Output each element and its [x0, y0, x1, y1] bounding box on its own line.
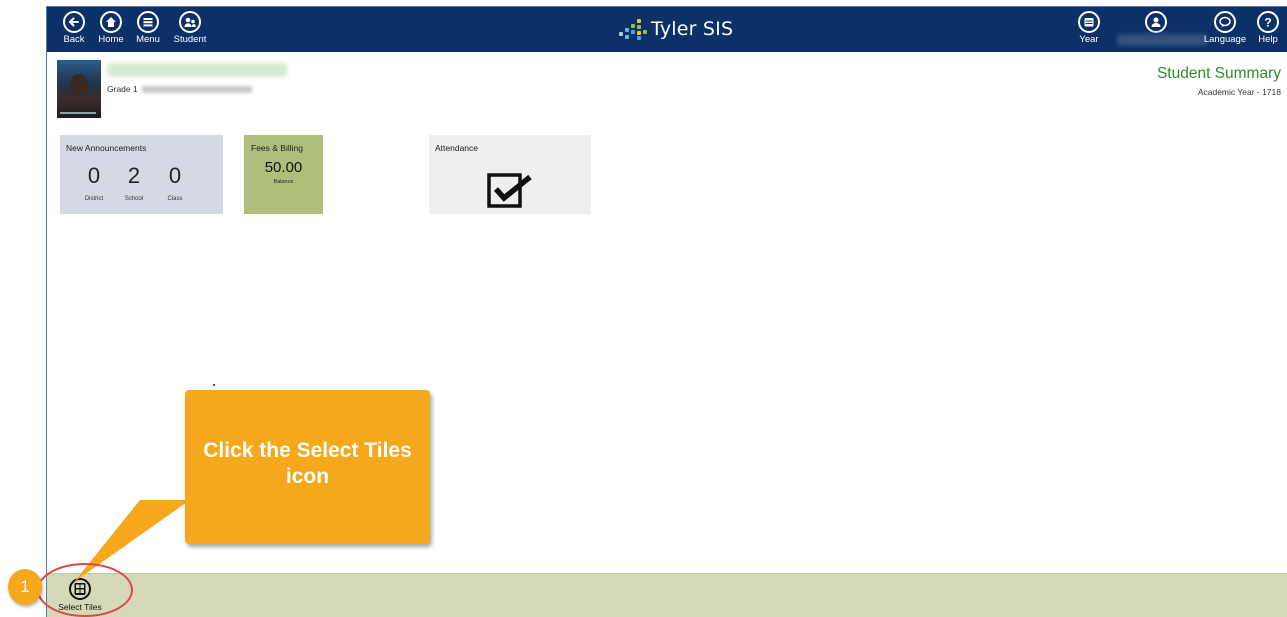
callout-instruction-text: Click the Select Tiles icon — [203, 439, 412, 488]
back-arrow-icon — [63, 11, 85, 33]
school-announcement-count: 2 — [127, 163, 141, 188]
bottom-app-bar: Select Tiles — [47, 573, 1287, 617]
class-announcement-count: 0 — [168, 163, 182, 188]
class-label: Class — [167, 196, 183, 202]
home-icon — [100, 11, 122, 33]
fees-balance-caption: Balance — [273, 179, 294, 185]
student-grade-line: Grade 1 — [107, 84, 252, 94]
back-button[interactable]: Back — [55, 9, 93, 51]
student-label: Student — [173, 34, 207, 45]
question-mark-icon: ? — [1257, 11, 1279, 33]
fees-balance-value: 50.00 — [264, 159, 303, 176]
tutorial-callout: Click the Select Tiles icon — [185, 390, 430, 544]
school-label: School — [124, 196, 144, 202]
district-label: District — [84, 196, 104, 202]
student-button[interactable]: Student — [171, 9, 209, 51]
student-people-icon — [179, 11, 201, 33]
help-label: Help — [1258, 34, 1278, 45]
student-photo — [57, 60, 101, 118]
redacted-student-name — [107, 63, 287, 77]
year-button[interactable]: Year — [1070, 9, 1108, 51]
attendance-tile-title: Attendance — [435, 143, 479, 153]
redacted-username — [1117, 34, 1207, 46]
announcements-tile[interactable]: New Announcements 0 2 0 District School … — [60, 135, 223, 214]
district-announcement-count: 0 — [87, 163, 101, 188]
highlight-ring — [37, 563, 133, 617]
home-label: Home — [98, 34, 124, 45]
grade-label: Grade 1 — [107, 84, 138, 94]
home-button[interactable]: Home — [92, 9, 130, 51]
svg-text:?: ? — [1264, 16, 1271, 30]
top-navigation-bar: Back Home Menu Student Tyler SIS Year La… — [47, 7, 1287, 52]
attendance-tile[interactable]: Attendance — [429, 135, 591, 214]
speech-bubble-icon — [1214, 11, 1236, 33]
fees-billing-tile[interactable]: Fees & Billing 50.00 Balance — [244, 135, 323, 214]
academic-year-label: Academic Year - 1718 — [1197, 87, 1281, 97]
step-number-badge: 1 — [8, 569, 42, 605]
menu-label: Menu — [136, 34, 160, 45]
help-button[interactable]: ? Help — [1249, 9, 1287, 51]
stray-mark — [213, 384, 215, 386]
language-label: Language — [1203, 34, 1247, 45]
back-label: Back — [63, 34, 85, 45]
calendar-icon — [1078, 11, 1100, 33]
menu-button[interactable]: Menu — [129, 9, 167, 51]
brand-logo: Tyler SIS — [615, 16, 733, 42]
fees-tile-title: Fees & Billing — [251, 143, 303, 153]
user-avatar-icon — [1145, 11, 1167, 33]
menu-list-icon — [137, 11, 159, 33]
tyler-logo-icon — [615, 16, 649, 42]
page-title: Student Summary — [1156, 65, 1281, 82]
brand-name: Tyler SIS — [651, 18, 734, 40]
announcements-tile-title: New Announcements — [66, 143, 147, 153]
checkbox-icon — [487, 169, 533, 214]
language-button[interactable]: Language — [1202, 9, 1248, 51]
redacted-school-name — [141, 85, 252, 93]
year-label: Year — [1079, 34, 1099, 45]
